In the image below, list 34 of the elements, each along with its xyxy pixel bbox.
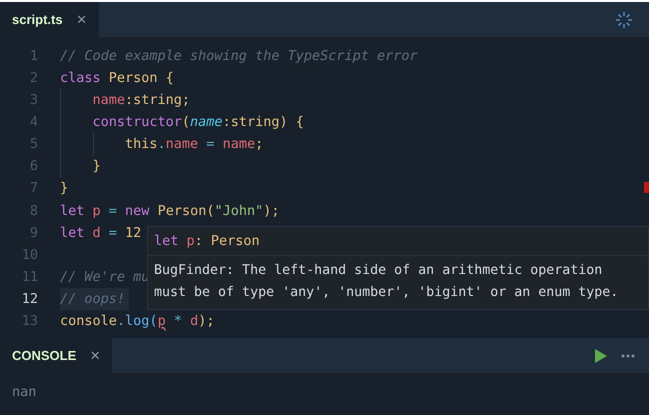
line-number: 13 [20, 312, 38, 332]
error-message: BugFinder: The left-hand side of an arithmetic operation must be of type 'any', 'number', 'bigint' or an enum type. [153, 262, 620, 302]
close-icon[interactable]: × [90, 342, 100, 368]
code-line: console.log(p * d); [60, 312, 214, 332]
code-line: constructor(name:string) { [60, 111, 304, 134]
type-signature: let p: Person [148, 227, 648, 256]
line-number: 2 [28, 69, 38, 88]
line-number: 7 [28, 179, 38, 198]
line-number: 5 [28, 135, 38, 154]
console-output: nan [12, 384, 36, 400]
line-number: 1 [28, 46, 38, 66]
line-number: 10 [20, 246, 38, 265]
code-line: this.name = name; [60, 133, 264, 156]
tab[interactable]: CONSOLE × [0, 338, 112, 373]
line-number: 6 [28, 157, 38, 176]
code-line: // Code example showing the TypeScript error [60, 46, 418, 66]
code-line: class Person { [60, 69, 174, 88]
line-number: 3 [28, 91, 38, 110]
loading-icon [615, 10, 633, 28]
code-line: let p = new Person("John"); [60, 202, 280, 221]
error-marker [644, 182, 649, 193]
code-line: name:string; [60, 89, 190, 112]
line-number: 12 [20, 290, 38, 309]
line-number: 4 [28, 113, 38, 132]
code-line: } [60, 179, 68, 198]
line-number: 11 [20, 268, 38, 287]
code-line: let d = 12 [60, 224, 142, 243]
close-icon[interactable]: × [76, 6, 87, 32]
tab[interactable]: script.ts × [0, 2, 99, 37]
line-number: 8 [28, 202, 38, 221]
line-number: 9 [28, 224, 38, 243]
play-icon[interactable] [595, 348, 607, 362]
code-line: } [60, 155, 101, 178]
more-icon[interactable] [621, 354, 635, 358]
